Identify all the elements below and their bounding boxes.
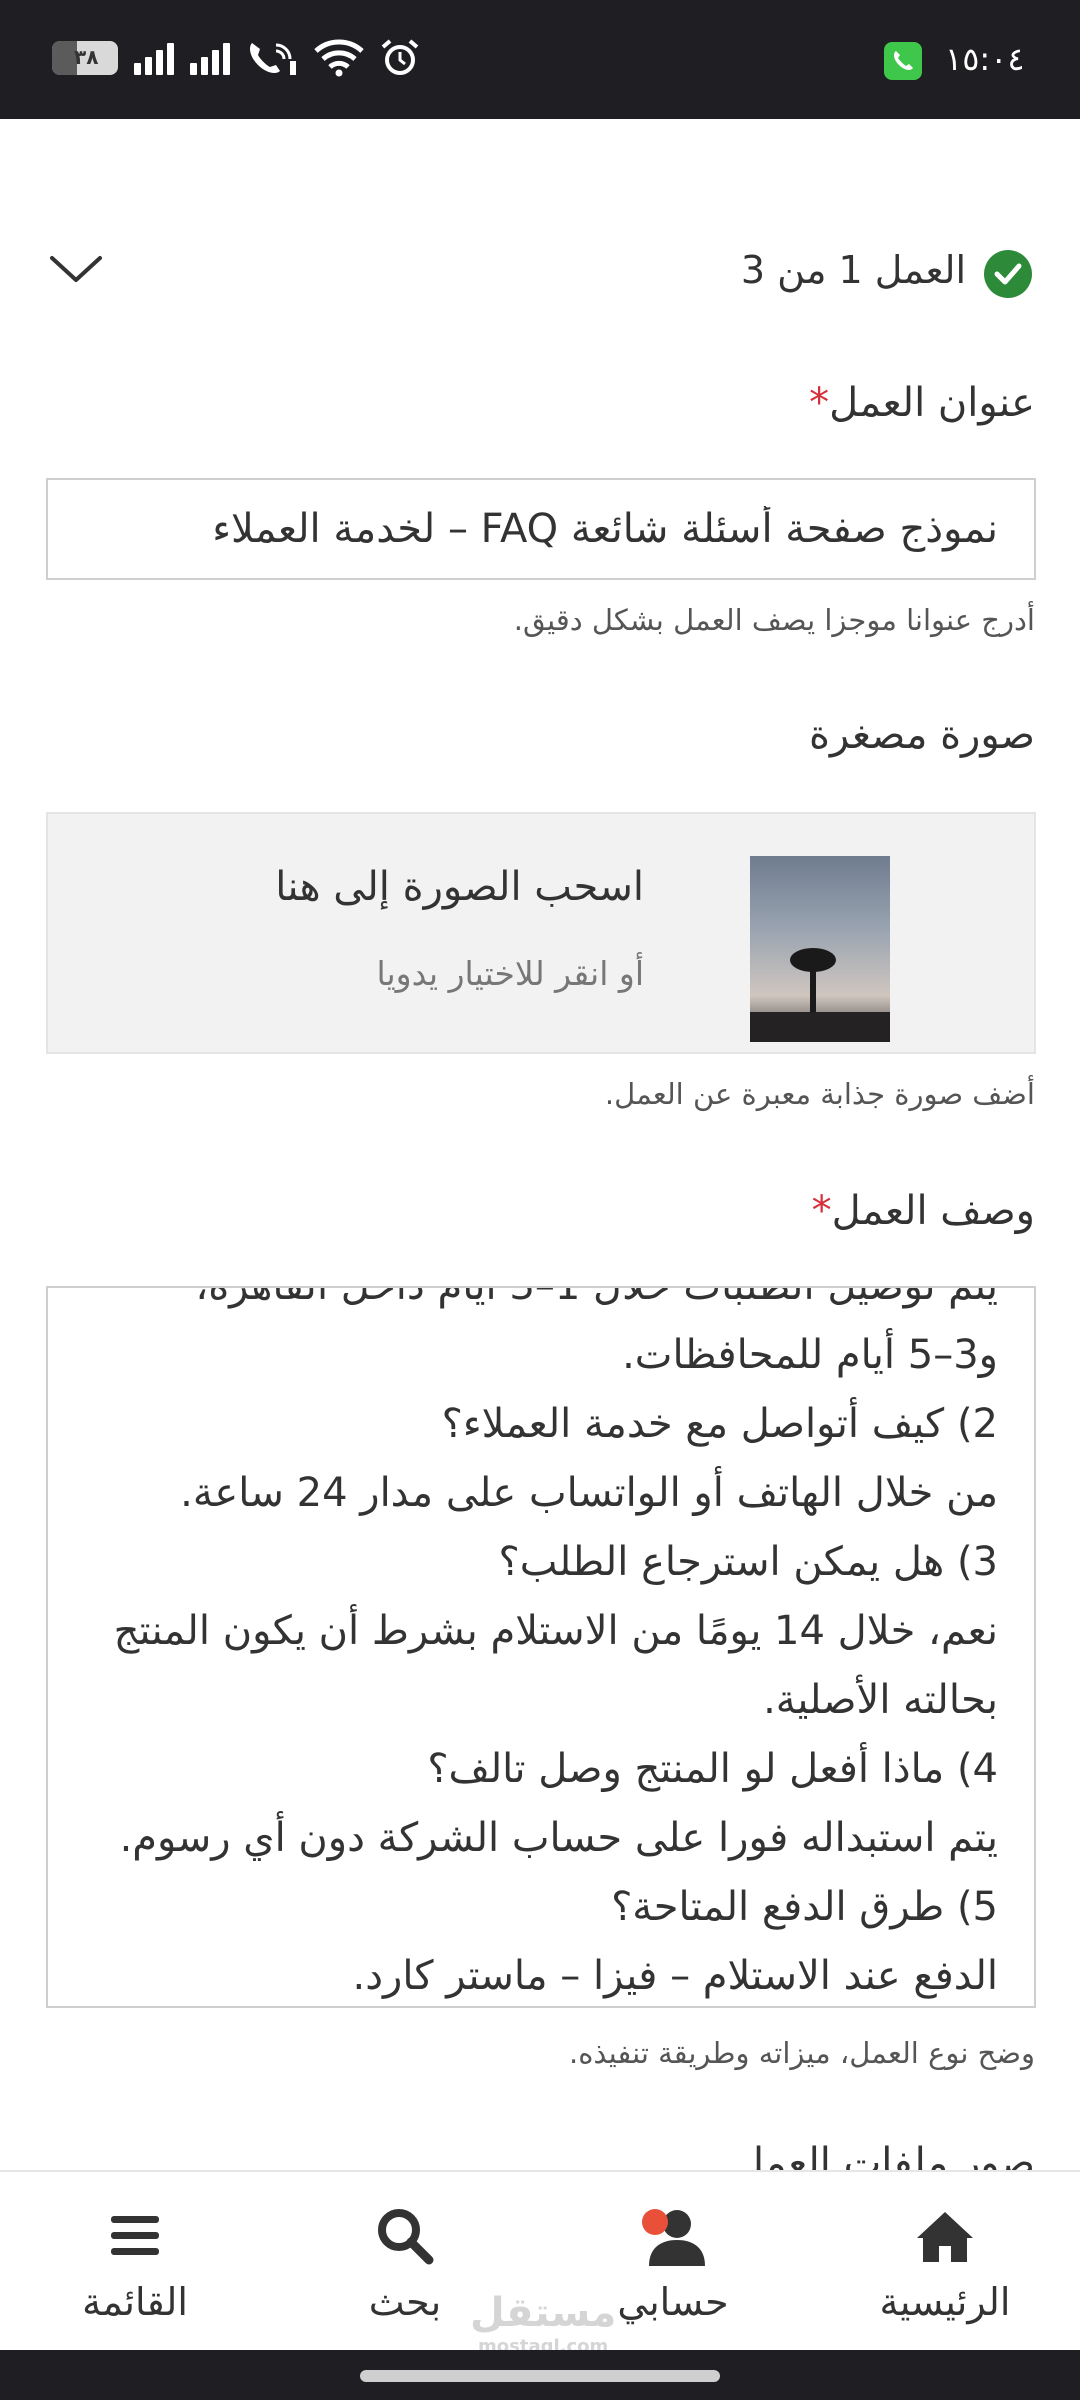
thumbnail-preview-image[interactable] — [750, 856, 890, 1042]
description-label: وصف العمل* — [806, 1188, 1035, 1234]
click-to-select-text: أو انقر للاختيار يدويا — [376, 954, 644, 993]
nav-menu-label: القائمة — [82, 2280, 188, 2324]
nav-home[interactable]: الرئيسية — [845, 2204, 1045, 2324]
watermark-text: مستقل — [470, 2290, 617, 2336]
work-title-label: عنوان العمل* — [803, 380, 1035, 426]
description-line: يتم استبداله فورا على حساب الشركة دون أي… — [119, 1815, 998, 1861]
battery-icon: ٣٨ — [52, 41, 118, 75]
description-line: الدفع عند الاستلام – فيزا – ماستر كارد. — [352, 1953, 998, 1999]
description-line: من خلال الهاتف أو الواتساب على مدار 24 س… — [180, 1470, 998, 1516]
description-line: نعم، خلال 14 يومًا من الاستلام بشرط أن ي… — [113, 1608, 998, 1654]
description-line: 3) هل يمكن استرجاع الطلب؟ — [498, 1539, 998, 1585]
thumbnail-hint: أضف صورة جذابة معبرة عن العمل. — [604, 1077, 1035, 1111]
menu-icon — [111, 2216, 159, 2255]
description-label-text: وصف العمل — [831, 1188, 1035, 1234]
user-icon — [642, 2209, 705, 2266]
wifi-icon — [314, 39, 364, 77]
description-line: بحالته الأصلية. — [763, 1677, 998, 1723]
status-bar: ٣٨ ١٥:٠٤ — [0, 0, 1080, 119]
required-mark: * — [809, 380, 830, 426]
nav-home-label: الرئيسية — [879, 2280, 1011, 2324]
required-mark: * — [811, 1188, 832, 1234]
section-title: العمل 1 من 3 — [740, 248, 966, 292]
battery-percent: ٣٨ — [74, 45, 99, 69]
description-line: 5) طرق الدفع المتاحة؟ — [611, 1884, 998, 1930]
thumbnail-label: صورة مصغرة — [808, 712, 1035, 758]
work-title-field[interactable] — [46, 478, 1036, 580]
description-hint: وضح نوع العمل، ميزاته وطريقة تنفيذه. — [569, 2036, 1035, 2070]
work-title-hint: أدرج عنوانا موجزا يصف العمل بشكل دقيق. — [513, 603, 1035, 637]
description-line: 4) ماذا أفعل لو المنتج وصل تالف؟ — [427, 1746, 998, 1792]
description-line: و3–5 أيام للمحافظات. — [622, 1332, 998, 1378]
description-line: 2) كيف أتواصل مع خدمة العملاء؟ — [441, 1401, 998, 1447]
home-icon — [917, 2212, 973, 2262]
drop-text: اسحب الصورة إلى هنا — [275, 864, 644, 910]
work-title-input[interactable] — [48, 480, 1034, 578]
mostaql-watermark: مستقل mostaql.com — [470, 2290, 616, 2357]
call-active-icon — [884, 42, 922, 80]
description-line: يتم توصيل الطلبات خلال 1–3 أيام داخل الق… — [195, 1286, 998, 1309]
home-indicator[interactable] — [360, 2370, 720, 2382]
signal-icon — [190, 41, 230, 75]
description-text[interactable]: يتم توصيل الطلبات خلال 1–3 أيام داخل الق… — [78, 1286, 998, 2006]
description-textarea[interactable]: يتم توصيل الطلبات خلال 1–3 أيام داخل الق… — [46, 1286, 1036, 2008]
gesture-bar — [0, 2350, 1080, 2400]
thumbnail-drop-zone[interactable]: اسحب الصورة إلى هنا أو انقر للاختيار يدو… — [46, 812, 1036, 1054]
work-title-label-text: عنوان العمل — [829, 380, 1035, 426]
work-section-header[interactable]: العمل 1 من 3 — [48, 240, 1032, 310]
alarm-icon — [381, 39, 419, 75]
status-icons: ٣٨ — [52, 38, 420, 78]
buildings-silhouette — [750, 1012, 890, 1042]
chevron-down-icon[interactable] — [48, 248, 104, 288]
status-time: ١٥:٠٤ — [945, 40, 1025, 78]
search-icon — [378, 2209, 434, 2265]
nav-menu[interactable]: القائمة — [35, 2204, 235, 2324]
signal-icon — [134, 41, 174, 75]
completed-check-icon — [984, 250, 1032, 298]
wifi-call-icon — [250, 43, 296, 75]
